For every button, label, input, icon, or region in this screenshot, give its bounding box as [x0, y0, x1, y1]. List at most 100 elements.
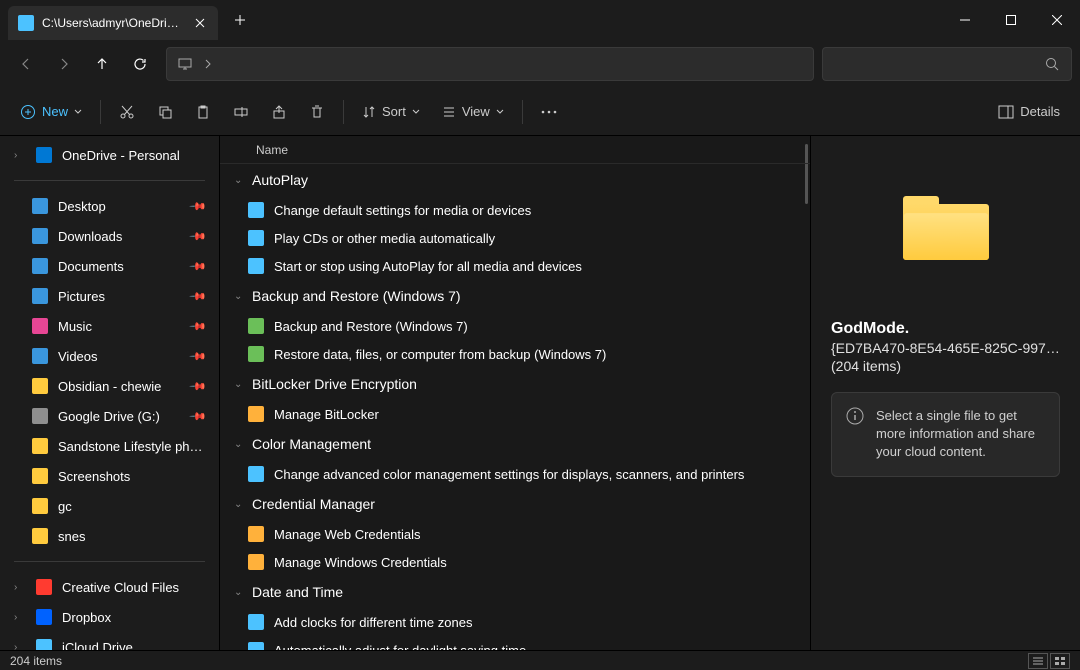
sidebar-quick-item[interactable]: Downloads 📌	[6, 221, 213, 251]
sidebar-quick-item[interactable]: Documents 📌	[6, 251, 213, 281]
file-item[interactable]: Play CDs or other media automatically	[220, 224, 810, 252]
control-panel-icon	[248, 406, 264, 422]
sidebar-quick-item[interactable]: snes	[6, 521, 213, 551]
sidebar-label: Videos	[58, 349, 181, 364]
sidebar-onedrive[interactable]: › OneDrive - Personal	[6, 140, 213, 170]
pin-icon: 📌	[189, 287, 208, 306]
file-name: Change default settings for media or dev…	[274, 203, 531, 218]
file-name: Restore data, files, or computer from ba…	[274, 347, 606, 362]
pin-icon: 📌	[189, 257, 208, 276]
folder-icon	[32, 468, 48, 484]
status-text: 204 items	[10, 654, 62, 668]
sidebar-quick-item[interactable]: Videos 📌	[6, 341, 213, 371]
view-icons-toggle[interactable]	[1050, 653, 1070, 669]
file-item[interactable]: Change default settings for media or dev…	[220, 196, 810, 224]
browser-tab[interactable]: C:\Users\admyr\OneDrive\Des	[8, 6, 218, 40]
paste-button[interactable]	[187, 94, 219, 130]
more-button[interactable]	[533, 94, 565, 130]
file-item[interactable]: Manage BitLocker	[220, 400, 810, 428]
toolbar: New Sort View Details	[0, 88, 1080, 136]
refresh-button[interactable]	[122, 46, 158, 82]
sidebar-quick-item[interactable]: Pictures 📌	[6, 281, 213, 311]
file-item[interactable]: Add clocks for different time zones	[220, 608, 810, 636]
view-button[interactable]: View	[434, 94, 512, 130]
pin-icon: 📌	[189, 407, 208, 426]
folder-icon	[32, 378, 48, 394]
sidebar-provider-item[interactable]: › Creative Cloud Files	[6, 572, 213, 602]
file-item[interactable]: Start or stop using AutoPlay for all med…	[220, 252, 810, 280]
file-name: Change advanced color management setting…	[274, 467, 744, 482]
new-label: New	[42, 104, 68, 119]
sidebar-provider-item[interactable]: › iCloud Drive	[6, 632, 213, 650]
group-title: Backup and Restore (Windows 7)	[252, 288, 461, 304]
file-item[interactable]: Automatically adjust for daylight saving…	[220, 636, 810, 650]
pin-icon: 📌	[189, 377, 208, 396]
group-title: Date and Time	[252, 584, 343, 600]
cut-button[interactable]	[111, 94, 143, 130]
titlebar: C:\Users\admyr\OneDrive\Des	[0, 0, 1080, 40]
sidebar-quick-item[interactable]: Screenshots	[6, 461, 213, 491]
chevron-right-icon	[203, 59, 213, 69]
share-button[interactable]	[263, 94, 295, 130]
chevron-down-icon: ⌄	[234, 439, 246, 450]
sidebar-quick-item[interactable]: Sandstone Lifestyle photos	[6, 431, 213, 461]
forward-button[interactable]	[46, 46, 82, 82]
group-header[interactable]: ⌄AutoPlay	[220, 164, 810, 196]
file-item[interactable]: Backup and Restore (Windows 7)	[220, 312, 810, 340]
trash-icon	[309, 104, 325, 120]
search-box[interactable]	[822, 47, 1072, 81]
control-panel-icon	[248, 554, 264, 570]
sidebar-quick-item[interactable]: gc	[6, 491, 213, 521]
group-header[interactable]: ⌄Credential Manager	[220, 488, 810, 520]
control-panel-icon	[248, 230, 264, 246]
back-button[interactable]	[8, 46, 44, 82]
control-panel-icon	[248, 466, 264, 482]
group-header[interactable]: ⌄BitLocker Drive Encryption	[220, 368, 810, 400]
column-header-name[interactable]: ⌃ Name	[220, 136, 810, 164]
info-text: Select a single file to get more informa…	[876, 407, 1045, 462]
group-title: AutoPlay	[252, 172, 308, 188]
control-panel-icon	[248, 258, 264, 274]
delete-button[interactable]	[301, 94, 333, 130]
file-name: Play CDs or other media automatically	[274, 231, 495, 246]
more-icon	[541, 110, 557, 114]
file-item[interactable]: Change advanced color management setting…	[220, 460, 810, 488]
copy-button[interactable]	[149, 94, 181, 130]
file-item[interactable]: Manage Windows Credentials	[220, 548, 810, 576]
file-item[interactable]: Restore data, files, or computer from ba…	[220, 340, 810, 368]
new-button[interactable]: New	[12, 94, 90, 130]
details-pane-icon	[998, 105, 1014, 119]
file-item[interactable]: Manage Web Credentials	[220, 520, 810, 548]
pin-icon: 📌	[189, 317, 208, 336]
folder-icon	[32, 438, 48, 454]
sidebar-quick-item[interactable]: Google Drive (G:) 📌	[6, 401, 213, 431]
details-toggle-button[interactable]: Details	[990, 94, 1068, 130]
sort-button[interactable]: Sort	[354, 94, 428, 130]
info-box: Select a single file to get more informa…	[831, 392, 1060, 477]
group-title: Credential Manager	[252, 496, 375, 512]
up-button[interactable]	[84, 46, 120, 82]
control-panel-icon	[248, 526, 264, 542]
minimize-button[interactable]	[942, 4, 988, 36]
drive-icon	[32, 408, 48, 424]
sidebar-provider-item[interactable]: › Dropbox	[6, 602, 213, 632]
maximize-button[interactable]	[988, 4, 1034, 36]
new-tab-button[interactable]	[224, 4, 256, 36]
sidebar-quick-item[interactable]: Music 📌	[6, 311, 213, 341]
view-details-toggle[interactable]	[1028, 653, 1048, 669]
group-header[interactable]: ⌄Color Management	[220, 428, 810, 460]
file-name: Add clocks for different time zones	[274, 615, 472, 630]
rename-icon	[233, 104, 249, 120]
pin-icon: 📌	[189, 197, 208, 216]
sidebar-quick-item[interactable]: Obsidian - chewie 📌	[6, 371, 213, 401]
group-header[interactable]: ⌄Date and Time	[220, 576, 810, 608]
address-bar[interactable]	[166, 47, 814, 81]
rename-button[interactable]	[225, 94, 257, 130]
close-tab-button[interactable]	[192, 15, 208, 31]
statusbar: 204 items	[0, 650, 1080, 670]
folder-icon	[32, 498, 48, 514]
sidebar-quick-item[interactable]: Desktop 📌	[6, 191, 213, 221]
group-header[interactable]: ⌄Backup and Restore (Windows 7)	[220, 280, 810, 312]
close-window-button[interactable]	[1034, 4, 1080, 36]
folder-preview	[831, 156, 1060, 320]
